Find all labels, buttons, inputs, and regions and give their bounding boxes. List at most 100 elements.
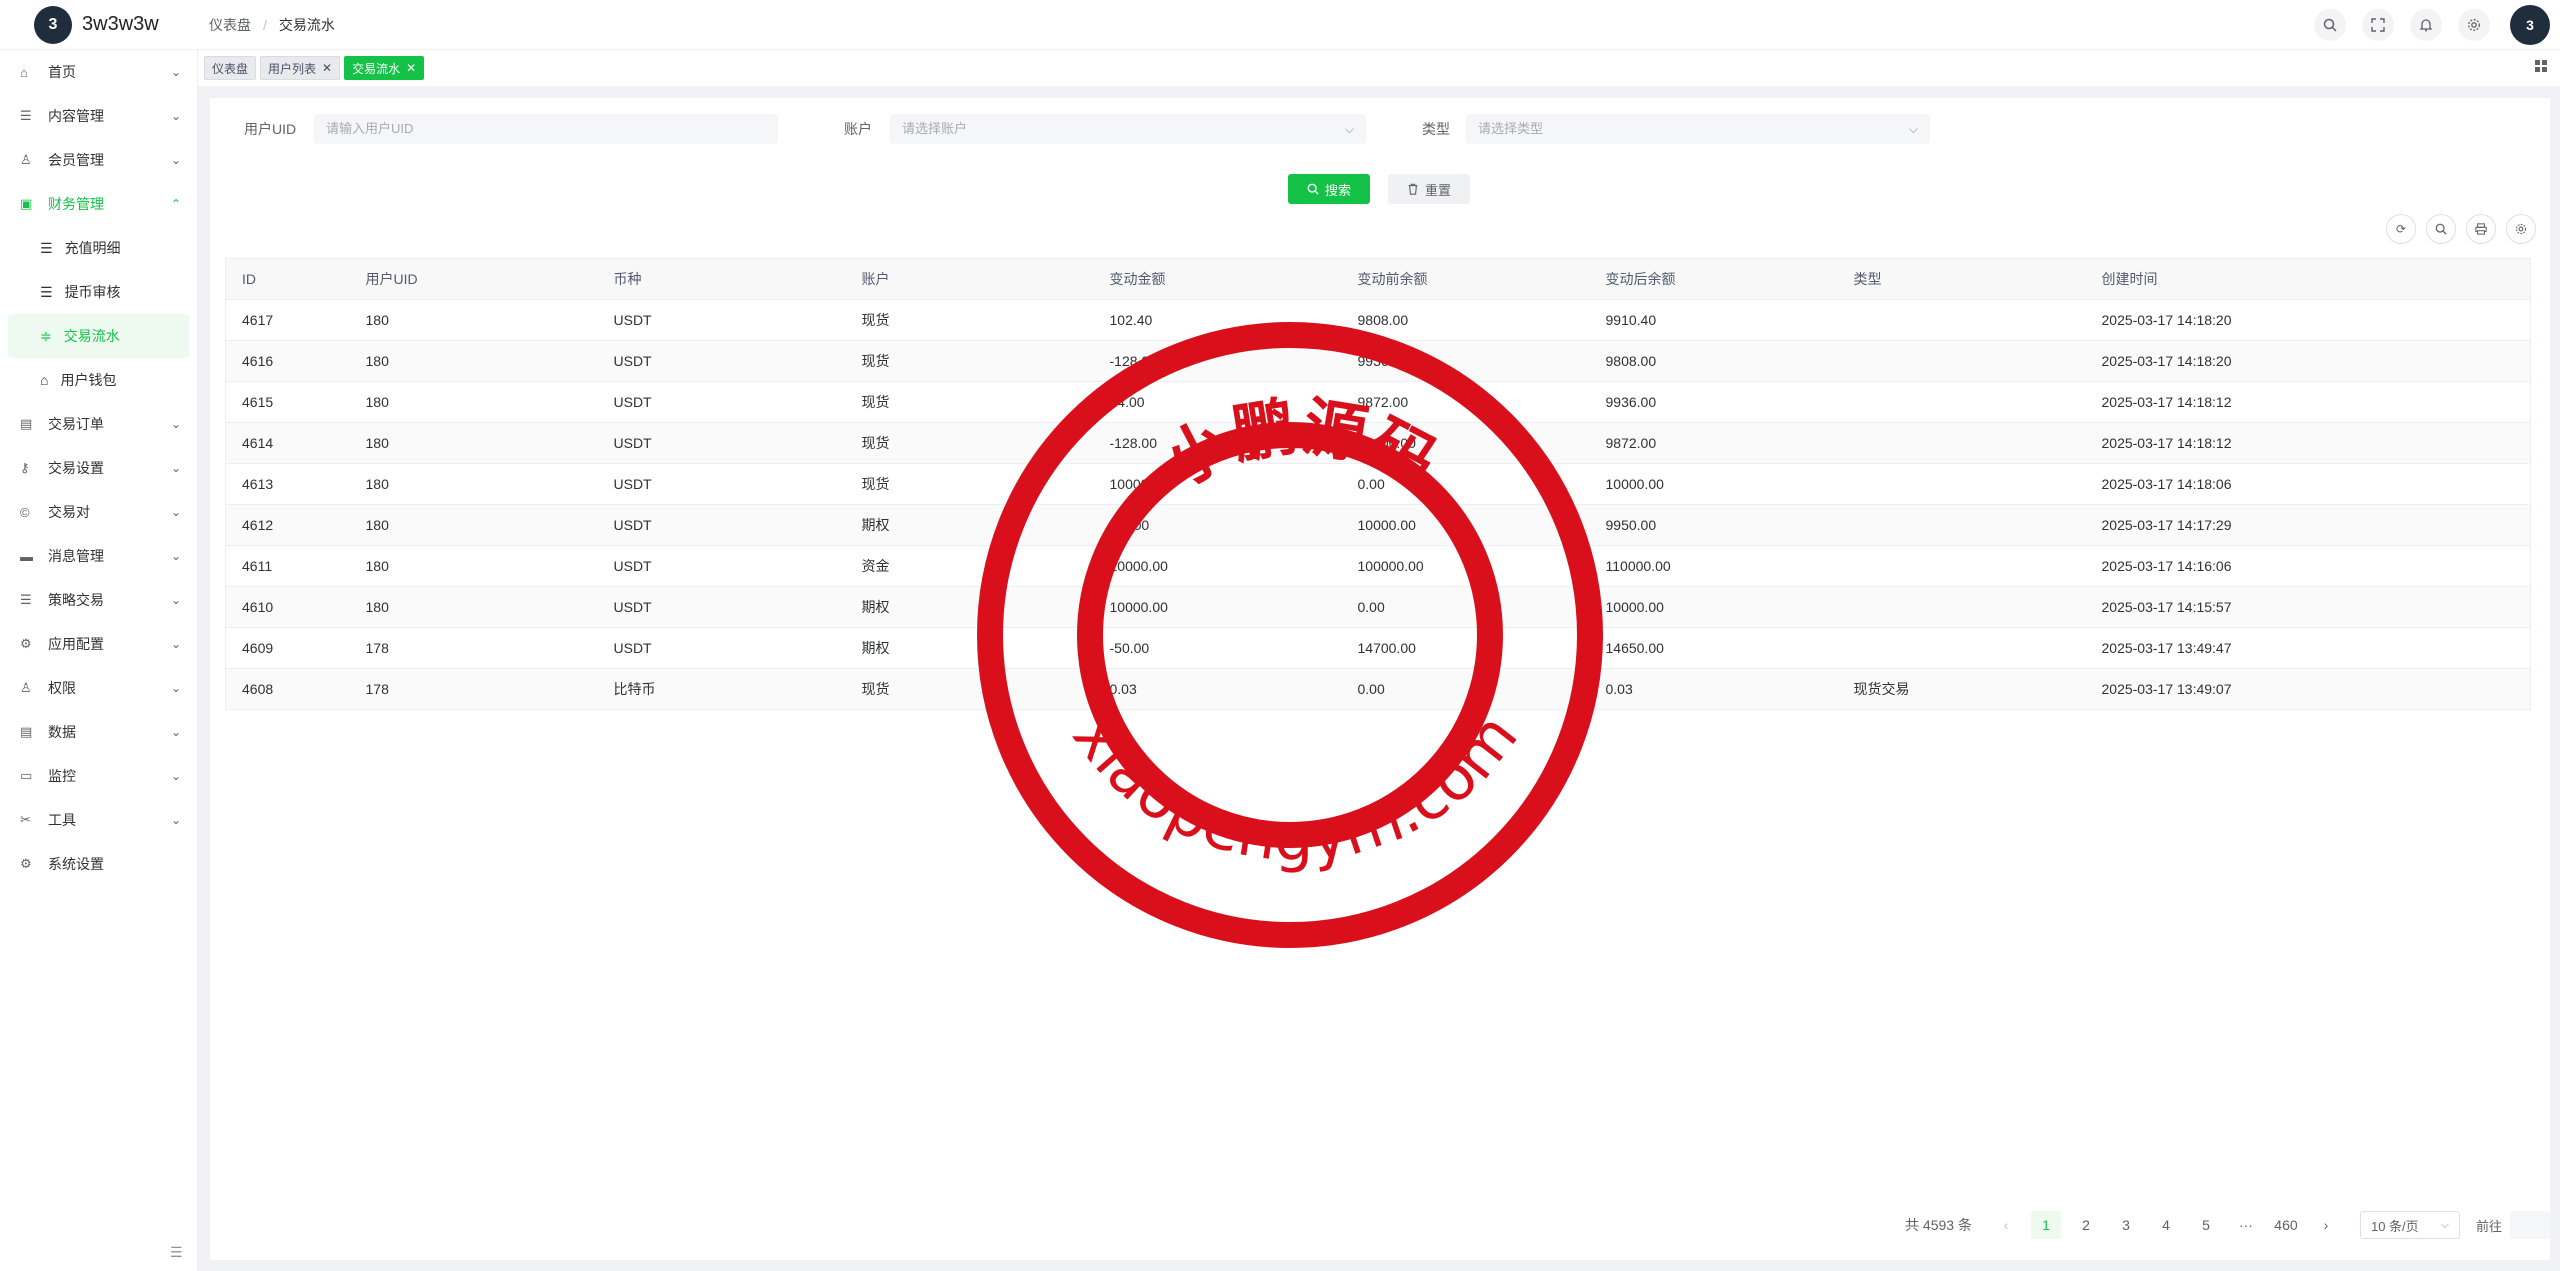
table-row[interactable]: 4611 180 USDT 资金 10000.00 100000.00 110000.00 2… bbox=[225, 545, 2531, 587]
table-cell: 2025-03-17 14:18:06 bbox=[2085, 463, 2531, 505]
type-select[interactable]: 请选择类型 ⌵ bbox=[1466, 114, 1930, 144]
next-page-button[interactable]: › bbox=[2310, 1211, 2341, 1239]
table-cell: -128.00 bbox=[1093, 340, 1342, 382]
column-settings-icon[interactable] bbox=[2506, 214, 2536, 244]
avatar[interactable]: 3 bbox=[2510, 5, 2550, 45]
sidebar-item[interactable]: ⌂ 首页 ⌄ bbox=[0, 50, 197, 94]
table-cell: 2025-03-17 14:16:06 bbox=[2085, 545, 2531, 587]
sidebar-subitem[interactable]: ≑ 交易流水 bbox=[8, 314, 189, 358]
page-number-button[interactable]: 2 bbox=[2070, 1211, 2101, 1239]
sidebar-item-label: 系统设置 bbox=[48, 856, 104, 872]
fullscreen-icon[interactable] bbox=[2362, 9, 2394, 41]
table-row[interactable]: 4610 180 USDT 期权 10000.00 0.00 10000.00 2025-03… bbox=[225, 586, 2531, 628]
sidebar-subitem-label: 充值明细 bbox=[64, 240, 121, 256]
table-row[interactable]: 4608 178 比特币 现货 0.03 0.00 0.03 现货交易 2025-03-17 1… bbox=[225, 668, 2531, 710]
tab-transaction-flow[interactable]: 交易流水 ✕ bbox=[344, 56, 425, 80]
tab-label: 交易流水 bbox=[352, 61, 401, 76]
table-row[interactable]: 4613 180 USDT 现货 10000.00 0.00 10000.00 2025-03… bbox=[225, 463, 2531, 505]
column-header: 变动前余额 bbox=[1341, 258, 1590, 300]
sidebar-item[interactable]: ⚙ 应用配置 ⌄ bbox=[0, 622, 197, 666]
chevron-down-icon: ⌵ bbox=[1344, 122, 1354, 136]
sidebar-item[interactable]: ☰ 策略交易 ⌄ bbox=[0, 578, 197, 622]
table-cell: 0.00 bbox=[1341, 668, 1590, 710]
sidebar-item[interactable]: ☰ 内容管理 ⌄ bbox=[0, 94, 197, 138]
uid-input[interactable]: 请输入用户UID bbox=[314, 114, 778, 144]
table-cell: 4612 bbox=[225, 504, 350, 546]
gear-icon[interactable] bbox=[2458, 9, 2490, 41]
print-icon[interactable] bbox=[2466, 214, 2496, 244]
table-cell bbox=[1837, 299, 2086, 341]
table-cell bbox=[1837, 627, 2086, 669]
sidebar-item[interactable]: ✂ 工具 ⌄ bbox=[0, 798, 197, 842]
table-cell: -50.00 bbox=[1093, 627, 1342, 669]
breadcrumb-item-dashboard[interactable]: 仪表盘 bbox=[209, 15, 251, 35]
table-row[interactable]: 4609 178 USDT 期权 -50.00 14700.00 14650.00 2025-… bbox=[225, 627, 2531, 669]
table-cell: 10000.00 bbox=[1341, 422, 1590, 464]
sidebar-item[interactable]: © 交易对 ⌄ bbox=[0, 490, 197, 534]
sidebar-item[interactable]: ⚷ 交易设置 ⌄ bbox=[0, 446, 197, 490]
search-icon[interactable] bbox=[2314, 9, 2346, 41]
sidebar-item-label: 交易设置 bbox=[48, 460, 104, 476]
table-row[interactable]: 4617 180 USDT 现货 102.40 9808.00 9910.40 2025-03… bbox=[225, 299, 2531, 341]
bell-icon[interactable] bbox=[2410, 9, 2442, 41]
list-icon: ☰ bbox=[40, 239, 53, 256]
page-number-button[interactable]: 3 bbox=[2110, 1211, 2141, 1239]
table-cell: 4617 bbox=[225, 299, 350, 341]
jump-page-input[interactable] bbox=[2510, 1211, 2550, 1239]
tab-dashboard[interactable]: 仪表盘 bbox=[204, 56, 257, 80]
page-number-button[interactable]: 4 bbox=[2150, 1211, 2181, 1239]
table-cell: 180 bbox=[349, 545, 598, 587]
app-title: 3w3w3w bbox=[82, 13, 159, 35]
app-logo[interactable]: 3 3w3w3w bbox=[0, 5, 200, 44]
table-row[interactable]: 4615 180 USDT 现货 64.00 9872.00 9936.00 2025-03-… bbox=[225, 381, 2531, 423]
close-icon[interactable]: ✕ bbox=[322, 61, 332, 75]
account-select[interactable]: 请选择账户 ⌵ bbox=[890, 114, 1366, 144]
page-number-button[interactable]: 460 bbox=[2270, 1211, 2301, 1239]
sidebar-subitem[interactable]: ☰ 充值明细 bbox=[0, 226, 197, 270]
uid-label: 用户UID bbox=[244, 121, 297, 137]
sidebar-item[interactable]: ▭ 监控 ⌄ bbox=[0, 754, 197, 798]
uid-placeholder: 请输入用户UID bbox=[326, 121, 414, 136]
table-cell: 现货 bbox=[845, 422, 1094, 464]
top-bar: 3 3w3w3w 仪表盘 / 交易流水 3 bbox=[0, 0, 2560, 50]
close-icon[interactable]: ✕ bbox=[406, 61, 416, 75]
column-header: ID bbox=[225, 258, 350, 300]
sidebar-item[interactable]: ▤ 交易订单 ⌄ bbox=[0, 402, 197, 446]
search-button[interactable]: 搜索 bbox=[1288, 174, 1370, 204]
grid-icon[interactable] bbox=[2534, 59, 2548, 78]
prev-page-button[interactable]: ‹ bbox=[1990, 1211, 2021, 1239]
table-row[interactable]: 4616 180 USDT 现货 -128.00 9936.00 9808.00 2025-0… bbox=[225, 340, 2531, 382]
page-size-select[interactable]: 10 条/页 ⌵ bbox=[2359, 1211, 2460, 1239]
sidebar-item[interactable]: ▬ 消息管理 ⌄ bbox=[0, 534, 197, 578]
reset-button-label: 重置 bbox=[1424, 182, 1451, 198]
more-pages-button[interactable]: ··· bbox=[2230, 1211, 2261, 1239]
table-cell: 现货 bbox=[845, 340, 1094, 382]
table-cell: 180 bbox=[349, 381, 598, 423]
type-placeholder: 请选择类型 bbox=[1478, 121, 1544, 136]
collapse-sidebar-icon[interactable]: ☰ bbox=[170, 1244, 183, 1261]
table-cell: 0.03 bbox=[1589, 668, 1838, 710]
sidebar-subitem[interactable]: ⌂ 用户钱包 bbox=[0, 358, 197, 402]
sidebar-item[interactable]: ▤ 数据 ⌄ bbox=[0, 710, 197, 754]
table-cell: 4609 bbox=[225, 627, 350, 669]
page-number-button[interactable]: 1 bbox=[2030, 1211, 2061, 1239]
chevron-down-icon: ⌵ bbox=[2440, 1218, 2449, 1231]
sidebar-subitem[interactable]: ☰ 提币审核 bbox=[0, 270, 197, 314]
chevron-down-icon: ⌄ bbox=[170, 153, 181, 167]
table-row[interactable]: 4612 180 USDT 期权 -50.00 10000.00 9950.00 2025-0… bbox=[225, 504, 2531, 546]
table-cell: 2025-03-17 14:18:12 bbox=[2085, 381, 2531, 423]
sidebar-item[interactable]: ▣ 财务管理 ⌃ bbox=[0, 182, 197, 226]
table-cell: 期权 bbox=[845, 504, 1094, 546]
sidebar-item[interactable]: ♙ 会员管理 ⌄ bbox=[0, 138, 197, 182]
refresh-icon[interactable]: ⟳ bbox=[2386, 214, 2416, 244]
sidebar-item[interactable]: ⚙ 系统设置 bbox=[0, 842, 197, 886]
search-toggle-icon[interactable] bbox=[2426, 214, 2456, 244]
reset-button[interactable]: 重置 bbox=[1388, 174, 1470, 204]
page-number-button[interactable]: 5 bbox=[2190, 1211, 2221, 1239]
column-header: 用户UID bbox=[349, 258, 598, 300]
table-cell: 期权 bbox=[845, 627, 1094, 669]
sidebar-item[interactable]: ♙ 权限 ⌄ bbox=[0, 666, 197, 710]
tab-user-list[interactable]: 用户列表 ✕ bbox=[260, 56, 341, 80]
list-icon: ☰ bbox=[20, 592, 32, 607]
table-row[interactable]: 4614 180 USDT 现货 -128.00 10000.00 9872.00 2025-… bbox=[225, 422, 2531, 464]
